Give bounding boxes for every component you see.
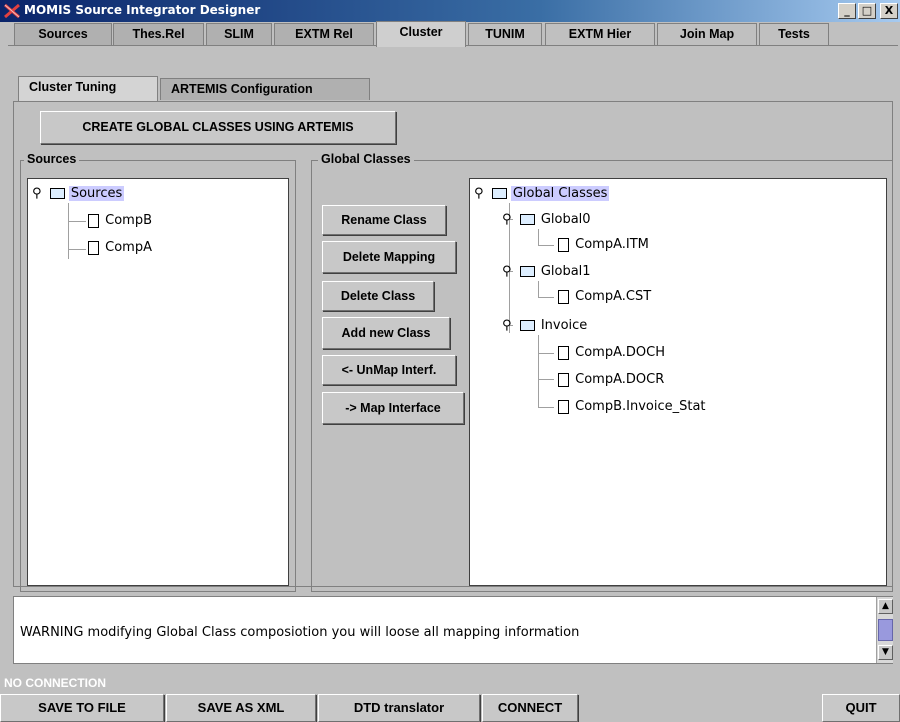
delete-class-button[interactable]: Delete Class [322, 281, 434, 311]
rename-class-button[interactable]: Rename Class [322, 205, 446, 235]
connect-button[interactable]: CONNECT [482, 694, 578, 722]
folder-icon [49, 188, 65, 199]
close-button[interactable]: X [880, 3, 898, 19]
tree-node-label: CompA.ITM [575, 237, 649, 252]
connection-status: NO CONNECTION [4, 676, 106, 690]
warning-scrollbar[interactable]: ▲ ▼ [876, 597, 893, 663]
subtab-artemis-configuration[interactable]: ARTEMIS Configuration [160, 78, 370, 100]
file-icon [88, 213, 99, 228]
dtd-translator-button[interactable]: DTD translator [318, 694, 480, 722]
add-new-class-button[interactable]: Add new Class [322, 317, 450, 349]
tree-node-global-classes-root[interactable]: ⚲ Global Classes [474, 185, 610, 203]
tree-node-label: CompA.DOCH [575, 345, 665, 360]
create-global-classes-button[interactable]: CREATE GLOBAL CLASSES USING ARTEMIS [40, 111, 396, 144]
tree-node-compa-itm[interactable]: CompA.ITM [558, 236, 651, 254]
tab-slim[interactable]: SLIM [206, 23, 272, 45]
quit-button[interactable]: QUIT [822, 694, 900, 722]
tree-node-compa-doch[interactable]: CompA.DOCH [558, 344, 667, 362]
tree-node-label: CompA.CST [575, 289, 652, 304]
save-to-file-button[interactable]: SAVE TO FILE [0, 694, 164, 722]
tree-node-compa[interactable]: CompA [88, 239, 154, 257]
file-icon [558, 289, 569, 304]
tree-node-compa-cst[interactable]: CompA.CST [558, 288, 653, 306]
global-classes-group-title: Global Classes [318, 152, 414, 166]
tree-node-label: CompB [105, 213, 153, 228]
key-handle-icon[interactable]: ⚲ [502, 318, 512, 333]
tab-cluster[interactable]: Cluster [376, 21, 466, 47]
warning-message: WARNING modifying Global Class composiot… [20, 625, 580, 640]
tab-join-map[interactable]: Join Map [657, 23, 757, 45]
tree-node-compa-docr[interactable]: CompA.DOCR [558, 371, 666, 389]
file-icon [558, 345, 569, 360]
window-titlebar[interactable]: MOMIS Source Integrator Designer _ □ X [0, 0, 900, 22]
sources-group-title: Sources [24, 152, 80, 166]
key-handle-icon[interactable]: ⚲ [32, 186, 42, 201]
map-interface-button[interactable]: -> Map Interface [322, 392, 464, 424]
tree-node-label: Global1 [540, 264, 591, 279]
global-classes-tree: ⚲ Global Classes ⚲ Global0 CompA.ITM ⚲ G… [469, 178, 887, 586]
maximize-button[interactable]: □ [858, 3, 876, 19]
unmap-interface-button[interactable]: <- UnMap Interf. [322, 355, 456, 385]
delete-mapping-button[interactable]: Delete Mapping [322, 241, 456, 273]
tree-node-label: Sources [68, 186, 125, 201]
tree-node-sources-root[interactable]: ⚲ Sources [32, 185, 125, 203]
tree-node-label: CompA [105, 240, 152, 255]
tab-tests[interactable]: Tests [759, 23, 829, 45]
status-bar: NO CONNECTION [0, 672, 900, 694]
momis-app-icon [4, 3, 20, 19]
scroll-up-arrow-icon[interactable]: ▲ [878, 599, 893, 614]
sources-tree: ⚲ Sources CompB CompA [27, 178, 289, 586]
tree-node-compb[interactable]: CompB [88, 212, 154, 230]
key-handle-icon[interactable]: ⚲ [502, 212, 512, 227]
tree-node-invoice[interactable]: ⚲ Invoice [502, 317, 589, 335]
tree-node-global0[interactable]: ⚲ Global0 [502, 211, 593, 229]
tab-extm-rel[interactable]: EXTM Rel [274, 23, 374, 45]
tree-node-label: Global0 [540, 212, 591, 227]
subtab-cluster-tuning[interactable]: Cluster Tuning [18, 76, 158, 101]
tree-node-compb-invoice-stat[interactable]: CompB.Invoice_Stat [558, 398, 708, 416]
warning-text-area[interactable]: WARNING modifying Global Class composiot… [13, 596, 893, 664]
scroll-down-arrow-icon[interactable]: ▼ [878, 645, 893, 660]
key-handle-icon[interactable]: ⚲ [502, 264, 512, 279]
tab-tunim[interactable]: TUNIM [468, 23, 542, 45]
file-icon [88, 240, 99, 255]
tab-thes-rel[interactable]: Thes.Rel [113, 23, 204, 45]
tab-extm-hier[interactable]: EXTM Hier [545, 23, 655, 45]
folder-icon [519, 266, 535, 277]
save-as-xml-button[interactable]: SAVE AS XML [166, 694, 316, 722]
minimize-button[interactable]: _ [838, 3, 856, 19]
tree-node-global1[interactable]: ⚲ Global1 [502, 263, 593, 281]
scroll-thumb[interactable] [878, 619, 893, 641]
file-icon [558, 237, 569, 252]
folder-icon [491, 188, 507, 199]
tree-node-label: CompB.Invoice_Stat [575, 399, 706, 414]
folder-icon [519, 214, 535, 225]
file-icon [558, 399, 569, 414]
key-handle-icon[interactable]: ⚲ [474, 186, 484, 201]
folder-icon [519, 320, 535, 331]
file-icon [558, 372, 569, 387]
tree-node-label: Global Classes [510, 186, 610, 201]
tab-sources[interactable]: Sources [14, 23, 112, 45]
window-title: MOMIS Source Integrator Designer [24, 3, 261, 17]
tree-node-label: Invoice [540, 318, 588, 333]
tree-node-label: CompA.DOCR [575, 372, 665, 387]
